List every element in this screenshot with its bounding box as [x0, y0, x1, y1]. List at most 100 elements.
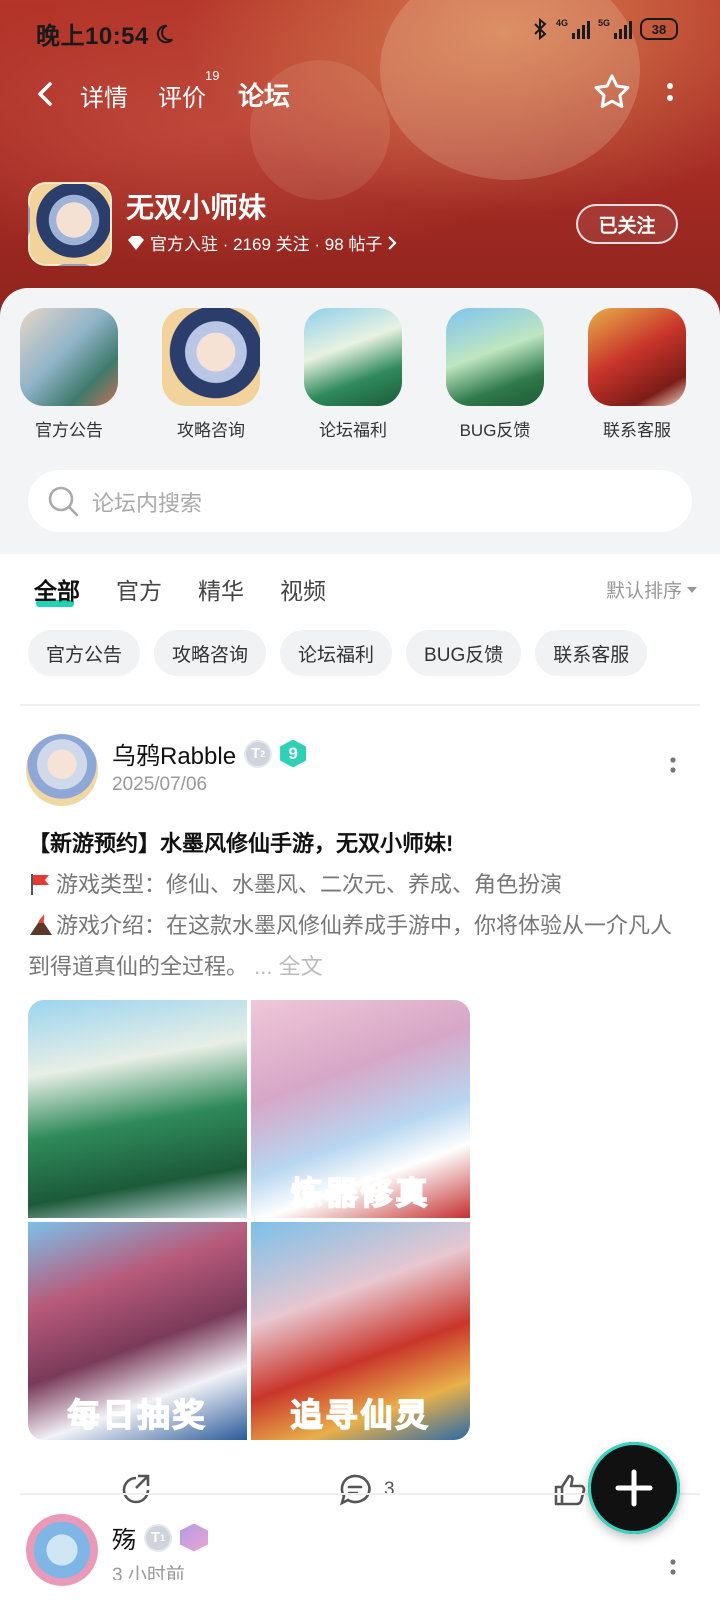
signal-icon	[571, 19, 590, 39]
chevron-right-icon	[388, 235, 397, 250]
post-image[interactable]: 追寻仙灵	[251, 1222, 470, 1440]
post-line-intro: 游戏介绍：在这款水墨风修仙养成手游中，你将体验从一介凡人到得道真仙的全过程。	[28, 913, 673, 979]
chip-bug-report[interactable]: BUG反馈	[406, 630, 522, 676]
level-badge-number: 2	[260, 748, 266, 759]
board-label: 官方公告	[35, 421, 103, 440]
board-image	[304, 308, 402, 406]
comment-button[interactable]: 3	[338, 1472, 395, 1508]
volcano-icon	[30, 914, 52, 935]
comment-count: 3	[384, 1479, 395, 1500]
feed-tab-all[interactable]: 全部	[34, 572, 80, 606]
feed-tab-featured[interactable]: 精华	[198, 572, 244, 606]
create-post-button[interactable]	[588, 1442, 680, 1534]
diamond-icon	[128, 235, 144, 250]
forum-header-banner: 晚上10:54 4G 5G 38 详情 评价 19 论坛 无双小师妹 官方入驻 …	[0, 0, 720, 320]
chip-announcements[interactable]: 官方公告	[28, 630, 141, 676]
avatar[interactable]	[26, 734, 98, 806]
board-label: BUG反馈	[459, 421, 531, 440]
image-caption: 炼器修真	[290, 1174, 431, 1212]
plus-icon	[615, 1469, 653, 1507]
game-meta[interactable]: 官方入驻 · 2169 关注 · 98 帖子	[126, 230, 398, 255]
moon-icon	[156, 24, 173, 43]
tab-detail[interactable]: 详情	[80, 78, 128, 113]
post-body[interactable]: 游戏类型：修仙、水墨风、二次元、养成、角色扮演 游戏介绍：在这款水墨风修仙养成手…	[28, 864, 688, 987]
share-icon	[122, 1474, 150, 1504]
post-feed: 全部 官方 精华 视频 默认排序 官方公告 攻略咨询 论坛福利 BUG反馈 联系…	[0, 554, 720, 1600]
post-line-type: 游戏类型：修仙、水墨风、二次元、养成、角色扮演	[56, 872, 563, 897]
battery-icon: 38	[640, 18, 678, 40]
level-badge: T2	[244, 739, 273, 768]
level-badge-letter: T	[150, 1529, 161, 1546]
tab-review[interactable]: 评价	[158, 78, 206, 113]
top-nav: 详情 评价 19 论坛	[0, 64, 720, 124]
board-item-guides[interactable]: 攻略咨询	[156, 308, 266, 448]
post-image[interactable]: 炼器修真	[251, 1000, 470, 1218]
post-more-icon[interactable]	[668, 754, 678, 784]
board-label: 攻略咨询	[177, 421, 245, 440]
tab-forum[interactable]: 论坛	[238, 76, 290, 113]
sort-label: 默认排序	[605, 581, 682, 602]
board-item-support[interactable]: 联系客服	[582, 308, 692, 448]
gem-badge-icon	[180, 1523, 208, 1552]
status-icons: 4G 5G 38	[532, 18, 678, 40]
game-meta-text: 官方入驻 · 2169 关注 · 98 帖子	[150, 235, 383, 254]
network-label-2: 5G	[597, 18, 610, 28]
post-time: 3 小时前	[112, 1565, 185, 1580]
divider	[20, 704, 700, 706]
caret-down-icon	[687, 586, 697, 593]
author-name: 乌鸦Rabble	[112, 743, 237, 770]
post-author[interactable]: 殇 T1	[112, 1520, 208, 1555]
level-badge: T1	[144, 1523, 172, 1552]
read-more-link[interactable]: ... 全文	[254, 954, 322, 979]
rank-badge: 9	[280, 739, 307, 768]
board-item-announcements[interactable]: 官方公告	[14, 308, 124, 448]
signal-icon	[614, 19, 632, 39]
board-label: 论坛福利	[319, 421, 387, 440]
network-label-1: 4G	[555, 18, 568, 28]
game-name: 无双小师妹	[126, 192, 267, 223]
back-icon[interactable]	[30, 76, 62, 112]
status-bar: 晚上10:54 4G 5G 38	[0, 0, 720, 60]
post-date: 2025/07/06	[112, 774, 208, 795]
chip-support[interactable]: 联系客服	[535, 630, 648, 676]
search-icon	[48, 486, 79, 517]
post-author[interactable]: 乌鸦Rabble T2 9	[112, 736, 307, 771]
board-item-welfare[interactable]: 论坛福利	[298, 308, 408, 448]
board-list: 官方公告 攻略咨询 论坛福利 BUG反馈 联系客服	[0, 308, 720, 448]
feed-tab-official[interactable]: 官方	[116, 572, 162, 606]
post-image[interactable]	[28, 1000, 247, 1218]
chip-guides[interactable]: 攻略咨询	[154, 630, 267, 676]
review-count-badge: 19	[205, 68, 220, 83]
post-more-icon[interactable]	[668, 1556, 678, 1586]
game-info: 无双小师妹 官方入驻 · 2169 关注 · 98 帖子 已关注	[28, 182, 698, 268]
clock-text: 晚上10:54	[36, 23, 149, 50]
board-image	[162, 308, 260, 406]
status-time: 晚上10:54	[36, 16, 175, 51]
bluetooth-icon	[534, 18, 547, 40]
level-badge-letter: T	[250, 745, 261, 762]
image-caption: 每日抽奖	[67, 1396, 208, 1434]
board-item-bug-report[interactable]: BUG反馈	[440, 308, 550, 448]
comment-icon	[339, 1474, 371, 1506]
battery-level: 38	[651, 21, 667, 37]
board-label: 联系客服	[603, 421, 671, 440]
board-image	[588, 308, 686, 406]
sort-dropdown[interactable]: 默认排序	[606, 576, 698, 603]
game-icon[interactable]	[28, 182, 112, 266]
forum-search-input[interactable]: 论坛内搜索	[28, 470, 692, 532]
more-menu-icon[interactable]	[660, 74, 680, 114]
favorite-star-icon[interactable]	[592, 72, 632, 112]
follow-button[interactable]: 已关注	[576, 204, 678, 244]
feed-tab-video[interactable]: 视频	[280, 572, 326, 606]
image-caption: 追寻仙灵	[290, 1396, 431, 1434]
board-image	[20, 308, 118, 406]
avatar[interactable]	[26, 1514, 98, 1586]
author-name: 殇	[112, 1527, 136, 1554]
post-image-grid: 炼器修真 每日抽奖 追寻仙灵	[28, 1000, 470, 1440]
flag-icon	[31, 874, 49, 895]
post-image[interactable]: 每日抽奖	[28, 1222, 247, 1440]
search-placeholder: 论坛内搜索	[92, 491, 203, 516]
share-button[interactable]	[118, 1472, 154, 1508]
chip-welfare[interactable]: 论坛福利	[280, 630, 393, 676]
post-title[interactable]: 【新游预约】水墨风修仙手游，无双小师妹!	[28, 826, 453, 858]
